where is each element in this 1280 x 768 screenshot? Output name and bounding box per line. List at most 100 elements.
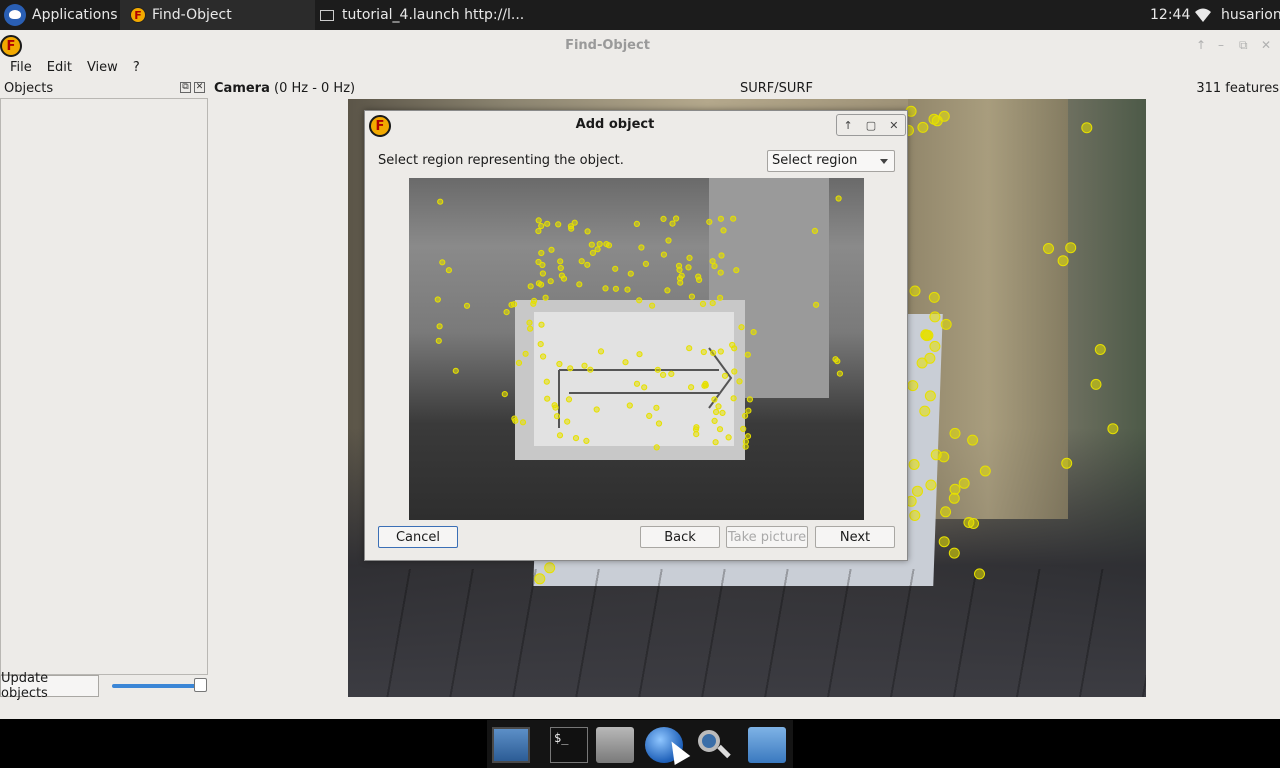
home-folder-icon[interactable] [596,727,634,763]
keypoint-marker [1043,243,1054,254]
menu-view[interactable]: View [82,58,123,78]
applications-label: Applications [32,7,118,23]
keypoint-marker [948,547,960,559]
wifi-icon[interactable] [1193,0,1213,30]
menu-edit[interactable]: Edit [42,58,77,78]
dialog-maximize-button[interactable]: ▢ [866,119,876,132]
size-slider-handle[interactable] [194,678,207,692]
dialog-close-button[interactable]: ✕ [889,119,898,132]
keypoint-marker [836,370,843,377]
keypoint-marker [928,291,940,303]
keypoint-marker [967,434,979,446]
show-desktop-icon[interactable] [492,727,530,763]
size-slider-track[interactable] [112,684,202,688]
menu-bar: File Edit View ? [0,58,145,78]
keypoint-marker [1061,457,1073,469]
window-maximize-button[interactable]: ⧉ [1239,38,1248,53]
next-button[interactable]: Next [815,526,895,548]
features-count: 311 features [1196,81,1279,96]
applications-menu[interactable]: Applications [4,0,118,30]
camera-rate: (0 Hz - 0 Hz) [269,81,356,96]
keypoint-marker [909,510,921,521]
region-selection-image[interactable] [409,178,864,520]
keypoint-marker [581,362,588,369]
keypoint-marker [612,285,619,292]
window-close-button[interactable]: ✕ [1261,38,1271,52]
keypoint-marker [744,433,752,440]
keypoint-marker [746,396,753,403]
back-button[interactable]: Back [640,526,720,548]
keypoint-marker [538,222,545,230]
keypoint-marker [641,384,648,391]
keypoint-marker [503,309,510,316]
keypoint-marker [526,319,533,326]
keypoint-marker [434,296,441,303]
objects-list[interactable] [0,98,208,675]
keypoint-marker [665,237,672,244]
dock-close-icon[interactable]: ✕ [194,82,205,93]
keypoint-marker [677,279,684,286]
keypoint-marker [602,285,609,292]
keypoint-marker [542,294,549,301]
keypoint-marker [544,562,556,574]
dock-float-icon[interactable]: ⧉ [180,82,191,93]
keypoint-marker [527,283,534,290]
keypoint-marker [624,286,631,293]
keypoint-marker [717,215,724,222]
keypoint-marker [452,367,459,374]
search-icon[interactable] [694,727,732,763]
keypoint-marker [669,220,676,227]
keypoint-marker [928,113,940,125]
keypoint-marker [813,301,820,308]
menu-help[interactable]: ? [128,58,145,78]
keypoint-marker [742,412,749,419]
keypoint-marker [1094,344,1106,355]
keypoint-marker [544,220,551,227]
update-objects-button[interactable]: Update objects [0,671,99,701]
window-shade-button[interactable]: ↑ [1196,38,1206,52]
taskbar-terminal[interactable]: tutorial_4.launch http://l... [320,0,524,30]
chevron-down-icon [880,159,888,164]
keypoint-marker [515,359,523,366]
user-menu[interactable]: husarion [1221,0,1280,30]
dialog-shade-button[interactable]: ↑ [844,119,853,132]
clock-text: 12:44 [1150,7,1191,23]
keypoint-marker [653,444,660,451]
keypoint-marker [733,267,740,274]
keypoint-marker [693,431,700,438]
keypoint-marker [717,348,724,355]
keypoint-marker [917,121,929,133]
keypoint-marker [512,417,519,424]
keypoint-marker [584,228,591,235]
taskbar-find-object[interactable]: F Find-Object [120,0,315,30]
algorithm-label: SURF/SURF [740,81,813,96]
keypoint-marker [522,350,529,357]
keypoint-marker [530,300,537,307]
keypoint-marker [636,351,643,358]
keypoint-marker [556,360,563,368]
objects-dock-buttons: ⧉ ✕ [180,82,205,93]
keypoint-marker [811,227,818,235]
keypoint-marker [929,311,941,323]
keypoint-marker [673,215,680,222]
keypoint-marker [603,241,610,248]
keypoint-marker [730,215,737,222]
keypoint-marker [912,485,923,497]
keypoint-marker [729,341,736,349]
menu-file[interactable]: File [5,58,37,78]
clock[interactable]: 12:44 [1150,0,1190,30]
taskbar-terminal-label: tutorial_4.launch http://l... [342,7,525,23]
keypoint-marker [588,241,595,248]
keypoint-marker [709,258,716,265]
keypoint-marker [596,240,603,248]
camera-label: Camera (0 Hz - 0 Hz) [214,81,355,96]
folder-icon[interactable] [748,727,786,763]
keypoint-marker [718,252,725,259]
keypoint-marker [653,404,660,411]
select-region-dropdown[interactable]: Select region [767,150,895,172]
add-object-dialog: F Add object ↑ ▢ ✕ Select region represe… [364,110,908,561]
keypoint-marker [1057,255,1069,267]
window-minimize-button[interactable]: – [1218,38,1224,52]
cancel-button[interactable]: Cancel [378,526,458,548]
terminal-icon[interactable]: $_ [550,727,588,763]
